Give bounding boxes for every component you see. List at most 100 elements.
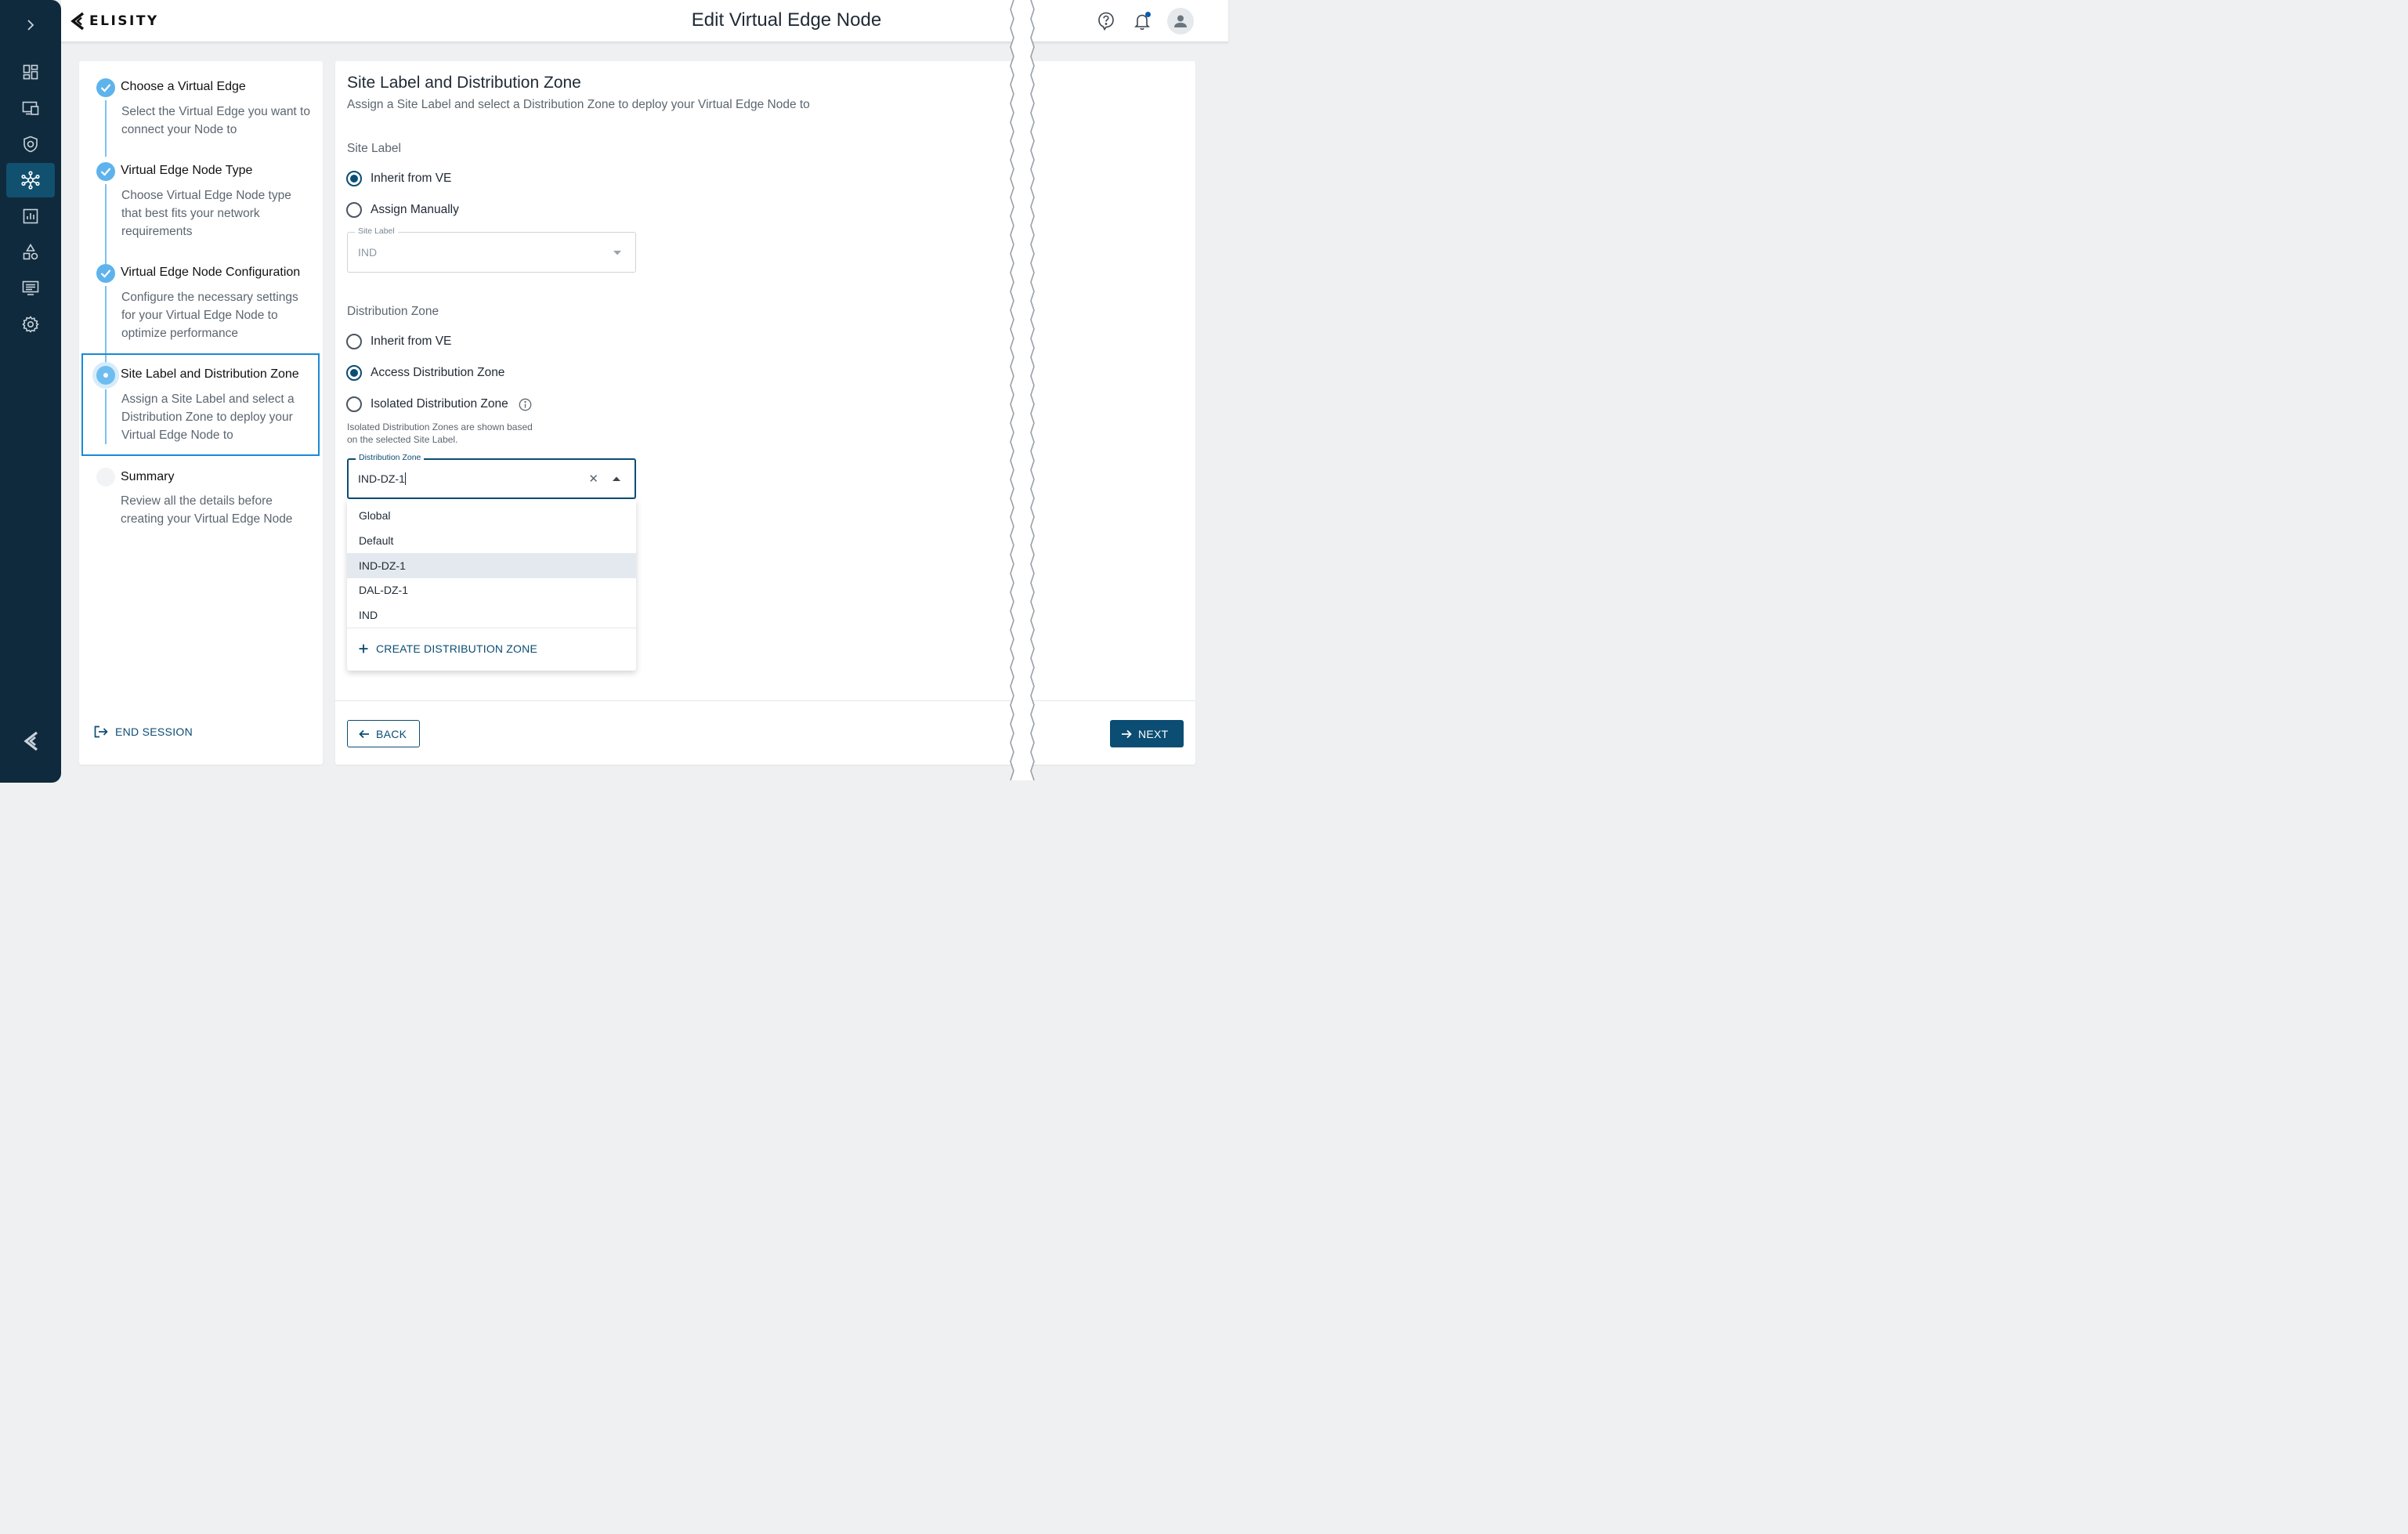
site-label-manual-radio[interactable]: Assign Manually [346,202,459,218]
monitor-list-icon [22,280,39,295]
nav-analytics[interactable] [6,199,55,233]
elisity-mark-icon [0,725,61,757]
main-form-card: Site Label and Distribution Zone Assign … [335,61,1195,765]
top-bar: ELISITY Edit Virtual Edge Node [61,0,1228,42]
next-label: NEXT [1138,727,1169,740]
site-label-field-value: IND [358,246,378,259]
torn-edge-divider [1010,0,1035,781]
nav-policy[interactable] [6,127,55,161]
radio-unselected-icon [346,202,362,218]
text-cursor [404,472,406,485]
analytics-icon [23,208,38,224]
end-session-label: END SESSION [115,725,193,738]
radio-selected-icon [346,365,362,381]
expand-nav-button[interactable] [0,11,61,39]
create-label: CREATE DISTRIBUTION ZONE [376,642,537,655]
info-icon[interactable] [519,398,532,411]
dz-access-radio[interactable]: Access Distribution Zone [346,365,504,381]
step-complete-indicator [96,78,115,97]
step-title: Virtual Edge Node Type [121,164,253,177]
site-label-heading: Site Label [347,142,401,155]
nav-dashboard[interactable] [6,55,55,89]
chevron-right-icon [27,20,34,31]
dropdown-option-highlighted[interactable]: IND-DZ-1 [347,553,636,578]
plus-icon [359,644,368,653]
radio-selected-icon [346,171,362,186]
dropdown-option[interactable]: IND [347,602,636,628]
dropdown-option[interactable]: DAL-DZ-1 [347,577,636,602]
step-title: Virtual Edge Node Configuration [121,266,301,279]
wizard-stepper: Choose a Virtual Edge Select the Virtual… [79,61,323,765]
distribution-zone-field-label: Distribution Zone [356,453,425,462]
site-label-select[interactable]: Site Label IND [347,226,636,273]
devices-icon [22,101,39,115]
elisity-logo-icon [71,12,85,31]
radio-unselected-icon [346,396,362,412]
step-description: Review all the details before creating y… [121,494,293,526]
exit-icon [94,725,108,738]
network-topology-icon [21,171,40,190]
back-label: BACK [376,727,407,740]
step-complete-indicator [96,264,115,283]
step-title: Site Label and Distribution Zone [121,367,299,381]
brand-logo[interactable]: ELISITY [71,11,159,31]
distribution-zone-autocomplete[interactable]: Distribution Zone IND-DZ-1 ✕ [347,453,636,499]
caret-down-icon [613,251,621,255]
radio-label: Inherit from VE [371,335,452,348]
check-icon [100,168,111,176]
distribution-zone-input[interactable]: IND-DZ-1 [358,472,406,485]
user-avatar[interactable] [1167,8,1194,34]
dashboard-icon [23,64,38,80]
distribution-zone-dropdown: Global Default IND-DZ-1 DAL-DZ-1 IND CRE… [347,499,636,671]
section-title: Site Label and Distribution Zone [347,74,581,92]
check-icon [100,84,111,92]
nav-monitor[interactable] [6,271,55,306]
nav-shapes[interactable] [6,235,55,270]
dz-isolated-radio[interactable]: Isolated Distribution Zone [346,396,532,412]
left-nav-rail [0,0,61,783]
notifications-button[interactable] [1131,7,1153,35]
step-current-indicator [96,366,115,385]
step-description: Assign a Site Label and select a Distrib… [121,393,295,442]
step-description: Select the Virtual Edge you want to conn… [121,105,310,136]
radio-label: Isolated Distribution Zone [371,397,508,411]
step-pending-indicator [96,468,115,487]
site-label-field-label: Site Label [355,226,398,236]
back-button[interactable]: BACK [347,720,420,747]
nav-devices[interactable] [6,91,55,125]
step-title: Summary [121,470,175,483]
step-title: Choose a Virtual Edge [121,80,246,93]
notification-badge [1145,12,1151,17]
arrow-right-icon [1122,729,1132,738]
dz-inherit-radio[interactable]: Inherit from VE [346,334,451,349]
radio-label: Access Distribution Zone [371,366,505,379]
help-button[interactable] [1095,7,1117,35]
step-description: Configure the necessary settings for you… [121,291,298,340]
page-title: Edit Virtual Edge Node [691,9,882,31]
settings-gear-icon [22,316,39,333]
distribution-zone-heading: Distribution Zone [347,305,439,318]
brand-name: ELISITY [89,13,159,29]
end-session-button[interactable]: END SESSION [94,725,193,738]
dropdown-option[interactable]: Default [347,528,636,553]
step-description: Choose Virtual Edge Node type that best … [121,189,291,238]
isolated-zone-helper-text: Isolated Distribution Zones are shown ba… [347,421,533,445]
section-subtitle: Assign a Site Label and select a Distrib… [347,98,810,111]
user-icon [1174,15,1187,27]
step-complete-indicator [96,162,115,181]
arrow-left-icon [359,729,369,738]
nav-settings[interactable] [6,307,55,342]
help-icon [1098,12,1114,31]
radio-label: Inherit from VE [371,172,452,185]
policy-shield-icon [24,136,38,153]
radio-label: Assign Manually [371,203,459,216]
create-distribution-zone-button[interactable]: CREATE DISTRIBUTION ZONE [359,642,537,655]
clear-icon[interactable]: ✕ [588,472,598,486]
site-label-inherit-radio[interactable]: Inherit from VE [346,171,451,186]
footer-divider [335,700,1195,701]
nav-network[interactable] [6,163,55,197]
next-button[interactable]: NEXT [1110,720,1184,747]
caret-up-icon[interactable] [613,476,620,481]
shapes-icon [23,244,38,260]
dropdown-option[interactable]: Global [347,503,636,528]
